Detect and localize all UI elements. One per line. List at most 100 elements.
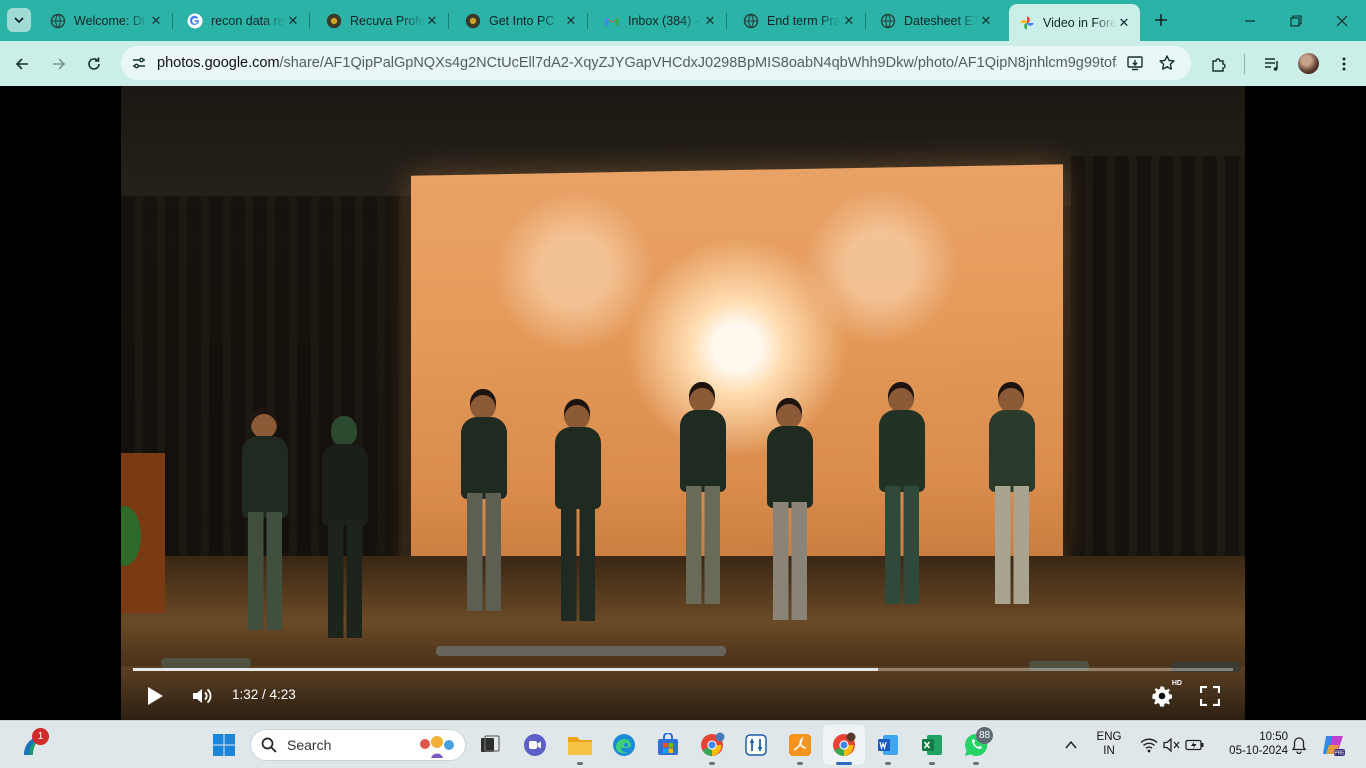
url-text[interactable]: photos.google.com/share/AF1QipPalGpNQXs4… bbox=[157, 55, 1117, 71]
windows-logo-icon bbox=[213, 734, 235, 756]
volume-icon bbox=[193, 688, 212, 704]
time-display: 1:32 / 4:23 bbox=[232, 687, 296, 702]
chrome-button[interactable] bbox=[831, 732, 857, 758]
close-icon[interactable]: ✕ bbox=[424, 13, 440, 29]
close-icon[interactable]: ✕ bbox=[1116, 15, 1132, 31]
globe-icon bbox=[880, 13, 896, 29]
tab-recuva[interactable]: Recuva Profe ✕ bbox=[316, 6, 449, 35]
address-bar[interactable]: photos.google.com/share/AF1QipPalGpNQXs4… bbox=[121, 46, 1191, 80]
whatsapp-button[interactable]: 88 bbox=[963, 727, 994, 758]
running-indicator bbox=[709, 762, 715, 765]
fullscreen-button[interactable] bbox=[1196, 682, 1224, 710]
plus-icon bbox=[1155, 14, 1167, 26]
bookmark-star-icon[interactable] bbox=[1157, 53, 1177, 73]
extensions-button[interactable] bbox=[1205, 50, 1233, 78]
tab-video-active[interactable]: Video in Fore ✕ bbox=[1009, 4, 1140, 41]
clock[interactable]: 10:50 05-10-2024 bbox=[1212, 730, 1288, 758]
folder-icon bbox=[568, 737, 592, 755]
tab-welcome[interactable]: Welcome: Dr. ✕ bbox=[40, 6, 173, 35]
profile-avatar[interactable] bbox=[1298, 53, 1319, 74]
pdf-app-button[interactable] bbox=[787, 732, 813, 758]
tab-title: End term Pra bbox=[767, 13, 841, 28]
file-explorer-button[interactable] bbox=[567, 732, 593, 758]
tools-app-button[interactable] bbox=[743, 732, 769, 758]
tab-inbox[interactable]: Inbox (384) - ✕ bbox=[594, 6, 727, 35]
reload-icon bbox=[88, 57, 100, 70]
close-icon[interactable]: ✕ bbox=[978, 13, 994, 29]
chrome-icon bbox=[326, 13, 342, 29]
tab-recon-data[interactable]: recon data re ✕ bbox=[177, 6, 310, 35]
media-control-button[interactable] bbox=[1258, 50, 1286, 78]
language-indicator[interactable]: ENG IN bbox=[1094, 730, 1124, 758]
close-icon[interactable]: ✕ bbox=[148, 13, 164, 29]
word-icon bbox=[878, 735, 898, 755]
chrome-icon bbox=[465, 13, 481, 29]
arrow-right-icon bbox=[53, 58, 66, 70]
tab-separator bbox=[448, 13, 449, 29]
active-indicator bbox=[836, 762, 852, 765]
tab-title: Welcome: Dr. bbox=[74, 13, 148, 28]
tab-title: Get Into PC bbox=[489, 13, 555, 28]
battery-status[interactable] bbox=[1182, 732, 1208, 758]
taskbar-search[interactable]: Search bbox=[250, 729, 466, 761]
close-icon[interactable]: ✕ bbox=[702, 13, 718, 29]
seek-bar[interactable] bbox=[133, 668, 1233, 671]
task-view-button[interactable] bbox=[477, 732, 503, 758]
minimize-button[interactable] bbox=[1227, 0, 1273, 41]
google-icon bbox=[187, 13, 203, 29]
copilot-button[interactable]: PRE bbox=[1320, 732, 1346, 758]
notifications-button[interactable] bbox=[1286, 732, 1312, 758]
chrome-profile-button[interactable] bbox=[699, 732, 725, 758]
seek-bar-progress bbox=[133, 668, 878, 671]
tab-search-button[interactable] bbox=[7, 8, 31, 32]
clothes-on-floor bbox=[161, 658, 251, 668]
teams-chat-button[interactable] bbox=[522, 732, 548, 758]
settings-button[interactable]: HD bbox=[1148, 680, 1182, 710]
excel-button[interactable] bbox=[919, 732, 945, 758]
tab-end-term[interactable]: End term Pra ✕ bbox=[733, 6, 866, 35]
pdf-icon bbox=[789, 734, 811, 756]
edge-browser-icon bbox=[613, 734, 635, 756]
tab-datesheet[interactable]: Datesheet ET ✕ bbox=[870, 6, 1002, 35]
widgets-badge: 1 bbox=[32, 728, 49, 745]
install-app-icon[interactable] bbox=[1125, 53, 1145, 73]
browser-toolbar: photos.google.com/share/AF1QipPalGpNQXs4… bbox=[0, 41, 1366, 86]
volume-muted-icon bbox=[1163, 737, 1180, 753]
widgets-button[interactable]: 1 bbox=[19, 728, 49, 758]
volume-button[interactable] bbox=[188, 682, 216, 710]
bell-icon bbox=[1291, 737, 1307, 754]
tab-get-into-pc[interactable]: Get Into PC ✕ bbox=[455, 6, 588, 35]
tab-separator bbox=[587, 13, 588, 29]
tab-title: Recuva Profe bbox=[350, 13, 424, 28]
start-button[interactable] bbox=[211, 732, 237, 758]
kebab-menu-icon bbox=[1342, 57, 1346, 71]
play-button[interactable] bbox=[141, 682, 169, 710]
search-icon bbox=[261, 737, 277, 753]
forward-button[interactable] bbox=[45, 50, 73, 78]
show-hidden-icons-button[interactable] bbox=[1058, 732, 1084, 758]
toolbar-divider bbox=[1244, 54, 1245, 74]
close-icon[interactable]: ✕ bbox=[841, 13, 857, 29]
svg-text:PRE: PRE bbox=[1334, 751, 1345, 757]
region-code: IN bbox=[1103, 745, 1115, 757]
store-button[interactable] bbox=[655, 732, 681, 758]
back-button[interactable] bbox=[8, 50, 36, 78]
word-button[interactable] bbox=[875, 732, 901, 758]
windows-taskbar: 1 Search 88 ENG IN 10:50 05-10-2024 PRE bbox=[0, 720, 1366, 768]
running-indicator bbox=[885, 762, 891, 765]
site-info-button[interactable] bbox=[124, 48, 154, 78]
video-chat-icon bbox=[524, 734, 546, 756]
reload-button[interactable] bbox=[80, 50, 108, 78]
tab-separator bbox=[172, 13, 173, 29]
edge-button[interactable] bbox=[611, 732, 637, 758]
globe-icon bbox=[50, 13, 66, 29]
close-icon[interactable]: ✕ bbox=[563, 13, 579, 29]
menu-button[interactable] bbox=[1330, 50, 1358, 78]
video-frame[interactable] bbox=[121, 86, 1245, 720]
chrome-icon bbox=[701, 732, 725, 756]
close-window-button[interactable] bbox=[1319, 0, 1365, 41]
tab-separator bbox=[309, 13, 310, 29]
close-icon[interactable]: ✕ bbox=[285, 13, 301, 29]
new-tab-button[interactable] bbox=[1150, 9, 1172, 31]
restore-button[interactable] bbox=[1273, 0, 1319, 41]
